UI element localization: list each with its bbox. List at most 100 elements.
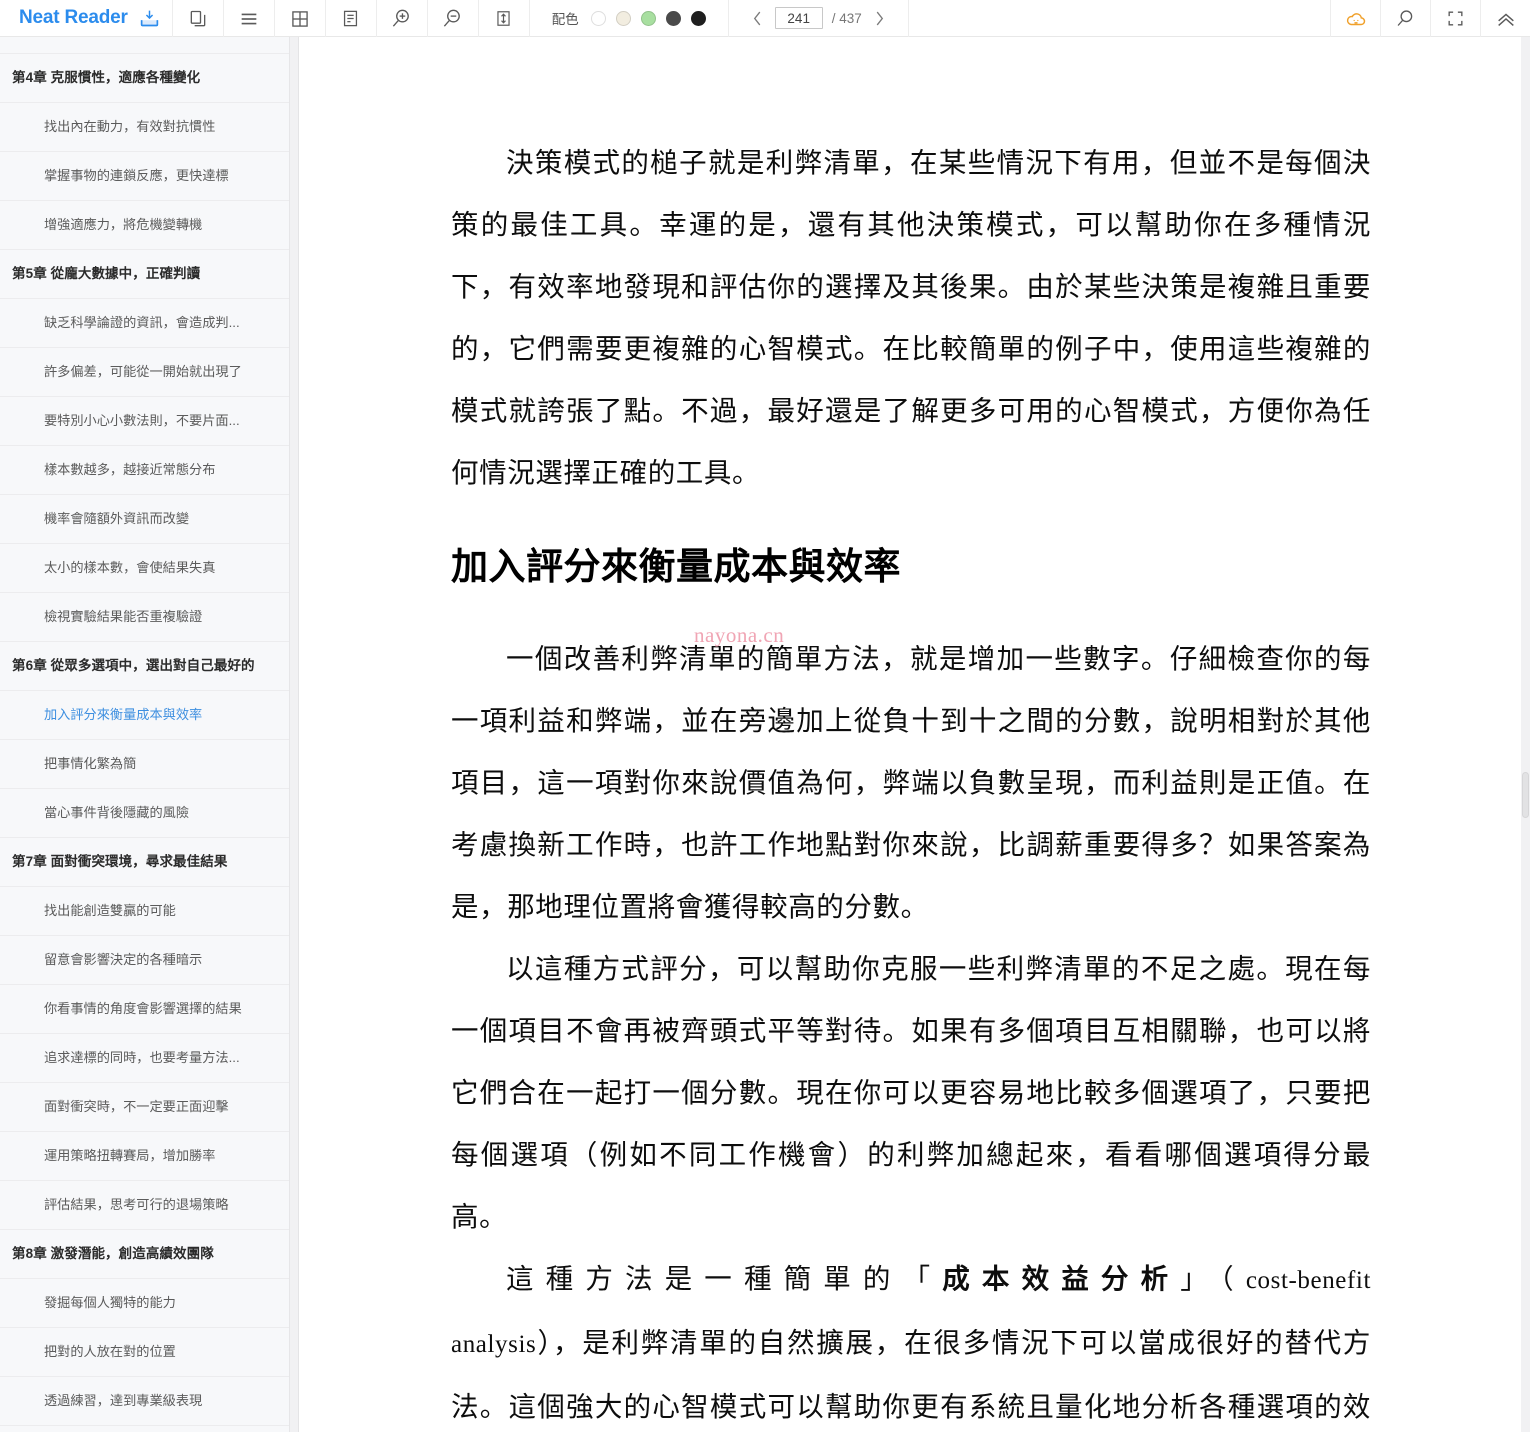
page-title: 加入評分來衡量成本與效率 bbox=[451, 545, 901, 588]
toc-chapter-label: 第4章 克服慣性，適應各種變化 bbox=[12, 69, 201, 85]
sidebar-item-11[interactable]: 太小的樣本數，會使結果失真 bbox=[0, 544, 289, 593]
sidebar-item-21[interactable]: 追求達標的同時，也要考量方法... bbox=[0, 1034, 289, 1083]
sidebar-item-9[interactable]: 樣本數越多，越接近常態分布 bbox=[0, 446, 289, 495]
sidebar-item-17[interactable]: 第7章 面對衝突環境，尋求最佳結果 bbox=[0, 838, 289, 887]
page-total-label: / 437 bbox=[831, 10, 862, 26]
toc-section-label: 機率會隨額外資訊而改變 bbox=[44, 511, 190, 527]
toc-section-label: 要特別小心小數法則，不要片面... bbox=[44, 413, 240, 429]
toc-section-label: 加入評分來衡量成本與效率 bbox=[44, 707, 203, 723]
page-number-input[interactable] bbox=[774, 7, 823, 29]
sidebar-item-7[interactable]: 許多偏差，可能從一開始就出現了 bbox=[0, 348, 289, 397]
sidebar-item-10[interactable]: 機率會隨額外資訊而改變 bbox=[0, 495, 289, 544]
sidebar-item-3[interactable]: 掌握事物的連鎖反應，更快達標 bbox=[0, 152, 289, 201]
toc-section-label: 當心事件背後隱藏的風險 bbox=[44, 805, 190, 821]
toc-section-label: 把對的人放在對的位置 bbox=[44, 1344, 176, 1360]
toc-section-label: 你看事情的角度會影響選擇的結果 bbox=[44, 1001, 242, 1017]
toc-section-label: 運用策略扭轉賽局，增加勝率 bbox=[44, 1148, 216, 1164]
scheme-swatch-green[interactable] bbox=[640, 10, 656, 26]
grid-layout-icon[interactable] bbox=[275, 0, 325, 37]
zoom-in-icon[interactable] bbox=[377, 0, 427, 37]
toc-section-label: 缺乏科學論證的資訊，會造成判... bbox=[44, 315, 240, 331]
sidebar-item-22[interactable]: 面對衝突時，不一定要正面迎擊 bbox=[0, 1083, 289, 1132]
import-book-icon[interactable] bbox=[128, 0, 172, 37]
sidebar-item-26[interactable]: 發掘每個人獨特的能力 bbox=[0, 1279, 289, 1328]
sidebar-item-24[interactable]: 評估結果，思考可行的退場策略 bbox=[0, 1181, 289, 1230]
toc-section-label: 許多偏差，可能從一開始就出現了 bbox=[44, 364, 242, 380]
zoom-out-icon[interactable] bbox=[428, 0, 478, 37]
paragraph-1: 決策模式的槌子就是利弊清單，在某些情況下有用，但並不是每個決策的最佳工具。幸運的… bbox=[451, 147, 1371, 488]
toc-section-label: 留意會影響決定的各種暗示 bbox=[44, 952, 203, 968]
cloud-sync-icon[interactable] bbox=[1330, 0, 1380, 37]
toc-section-label: 樣本數越多，越接近常態分布 bbox=[44, 462, 216, 478]
color-scheme-label: 配色 bbox=[551, 12, 579, 27]
sidebar-item-15[interactable]: 把事情化繁為簡 bbox=[0, 740, 289, 789]
sidebar-item-1[interactable]: 第4章 克服慣性，適應各種變化 bbox=[0, 54, 289, 103]
toc-section-label: 太小的樣本數，會使結果失真 bbox=[44, 560, 216, 576]
sidebar-item-2[interactable]: 找出內在動力，有效對抗慣性 bbox=[0, 103, 289, 152]
sidebar-item-16[interactable]: 當心事件背後隱藏的風險 bbox=[0, 789, 289, 838]
toc-list-icon[interactable] bbox=[224, 0, 274, 37]
sidebar-item-28[interactable]: 透過練習，達到專業級表現 bbox=[0, 1377, 289, 1426]
page-content: 決策模式的槌子就是利弊清單，在某些情況下有用，但並不是每個決策的最佳工具。幸運的… bbox=[451, 37, 1371, 1432]
reader-page: 決策模式的槌子就是利弊清單，在某些情況下有用，但並不是每個決策的最佳工具。幸運的… bbox=[300, 37, 1522, 1432]
sidebar-item-5[interactable]: 第5章 從龐大數據中，正確判讀 bbox=[0, 250, 289, 299]
content-scrollbar-thumb[interactable] bbox=[1522, 772, 1529, 818]
toc-chapter-label: 第6章 從眾多選項中，選出對自己最好的 bbox=[12, 657, 255, 673]
toc-section-label: 發掘每個人獨特的能力 bbox=[44, 1295, 176, 1311]
sidebar-item-14[interactable]: 加入評分來衡量成本與效率 bbox=[0, 691, 289, 740]
toc-section-label: 找出內在動力，有效對抗慣性 bbox=[44, 119, 216, 135]
sidebar-item-19[interactable]: 留意會影響決定的各種暗示 bbox=[0, 936, 289, 985]
sidebar-item-12[interactable]: 檢視實驗結果能否重複驗證 bbox=[0, 593, 289, 642]
search-icon[interactable] bbox=[1380, 0, 1430, 37]
toc-section-label: 檢視實驗結果能否重複驗證 bbox=[44, 609, 203, 625]
brand-logo: Neat Reader bbox=[0, 0, 128, 36]
toc-section-label: 追求達標的同時，也要考量方法... bbox=[44, 1050, 240, 1066]
toc-chapter-label: 第8章 激發潛能，創造高績效團隊 bbox=[12, 1245, 214, 1261]
scheme-swatch-black[interactable] bbox=[690, 10, 706, 26]
sidebar-item-25[interactable]: 第8章 激發潛能，創造高績效團隊 bbox=[0, 1230, 289, 1279]
toc-section-label: 找出內在動力，有效對抗慣性 bbox=[0, 37, 229, 53]
toc-chapter-label: 第7章 面對衝突環境，尋求最佳結果 bbox=[12, 853, 228, 869]
sidebar-item-20[interactable]: 你看事情的角度會影響選擇的結果 bbox=[0, 985, 289, 1034]
color-scheme-group: 配色 bbox=[530, 0, 728, 36]
sidebar-item-4[interactable]: 增強適應力，將危機變轉機 bbox=[0, 201, 289, 250]
collapse-up-icon[interactable] bbox=[1480, 0, 1530, 37]
toolbar-right-group bbox=[1330, 0, 1530, 37]
content-scrollbar[interactable] bbox=[1521, 37, 1530, 1432]
sidebar-item-0[interactable]: 找出內在動力，有效對抗慣性 bbox=[0, 37, 289, 54]
cost-benefit-lead: 這種方法是一種簡單的「 bbox=[506, 1263, 943, 1295]
paragraph-2: 一個改善利弊清單的簡單方法，就是增加一些數字。仔細檢查你的每一項利益和弊端，並在… bbox=[451, 643, 1371, 923]
sidebar-item-6[interactable]: 缺乏科學論證的資訊，會造成判... bbox=[0, 299, 289, 348]
sidebar-item-23[interactable]: 運用策略扭轉賽局，增加勝率 bbox=[0, 1132, 289, 1181]
toc-item-list: 找出內在動力，有效對抗慣性第4章 克服慣性，適應各種變化找出內在動力，有效對抗慣… bbox=[0, 37, 289, 1426]
toc-section-label: 把事情化繁為簡 bbox=[44, 756, 137, 772]
toc-section-label: 面對衝突時，不一定要正面迎擊 bbox=[44, 1099, 229, 1115]
cost-benefit-tail: ），是利弊清單的自然擴展，在很多情況下可以當成很好的替代方法。這個強大的心智模式… bbox=[451, 1327, 1371, 1423]
copy-pages-icon[interactable] bbox=[173, 0, 223, 37]
fit-height-icon[interactable] bbox=[479, 0, 529, 37]
pager: / 437 bbox=[729, 0, 908, 36]
toc-sidebar[interactable]: 找出內在動力，有效對抗慣性第4章 克服慣性，適應各種變化找出內在動力，有效對抗慣… bbox=[0, 37, 290, 1432]
app-title: Neat Reader bbox=[19, 7, 128, 28]
toc-section-label: 增強適應力，將危機變轉機 bbox=[44, 217, 203, 233]
content-gutter bbox=[1501, 37, 1521, 1432]
next-page-button[interactable] bbox=[871, 8, 888, 28]
sidebar-item-13[interactable]: 第6章 從眾多選項中，選出對自己最好的 bbox=[0, 642, 289, 691]
sidebar-item-8[interactable]: 要特別小心小數法則，不要片面... bbox=[0, 397, 289, 446]
sidebar-item-27[interactable]: 把對的人放在對的位置 bbox=[0, 1328, 289, 1377]
scheme-swatch-white[interactable] bbox=[590, 10, 606, 26]
sidebar-scrollbar[interactable] bbox=[290, 37, 299, 1432]
paragraph-3: 以這種方式評分，可以幫助你克服一些利弊清單的不足之處。現在每一個項目不會再被齊頭… bbox=[451, 953, 1371, 1233]
cost-benefit-emphasis: 成本效益分析 bbox=[942, 1263, 1181, 1295]
toc-chapter-label: 第5章 從龐大數據中，正確判讀 bbox=[12, 265, 201, 281]
prev-page-button[interactable] bbox=[749, 8, 766, 28]
cost-benefit-close: 」（ bbox=[1180, 1263, 1246, 1295]
paragraph-4-cost-benefit: 這種方法是一種簡單的「成本效益分析」（cost-benefit analysis… bbox=[451, 1248, 1371, 1432]
toc-section-label: 評估結果，思考可行的退場策略 bbox=[44, 1197, 229, 1213]
sidebar-item-18[interactable]: 找出能創造雙贏的可能 bbox=[0, 887, 289, 936]
scheme-swatch-dark-gray[interactable] bbox=[665, 10, 681, 26]
fullscreen-icon[interactable] bbox=[1430, 0, 1480, 37]
scheme-swatch-cream[interactable] bbox=[615, 10, 631, 26]
notes-icon[interactable] bbox=[326, 0, 376, 37]
